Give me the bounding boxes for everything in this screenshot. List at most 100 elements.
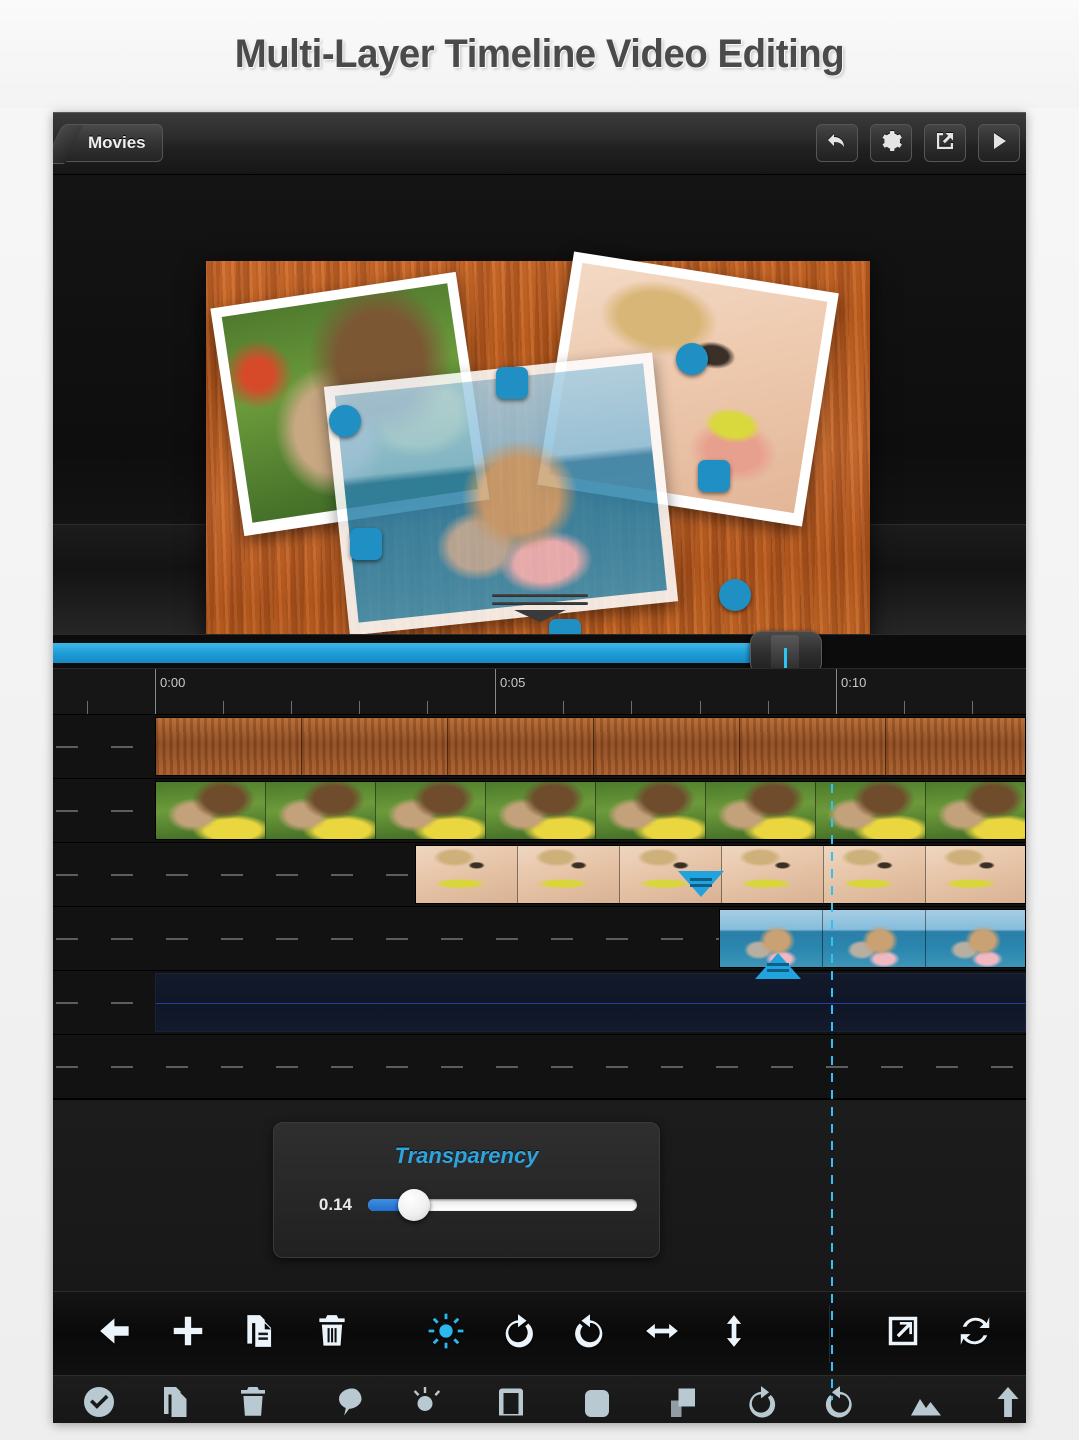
share-button[interactable]	[924, 124, 966, 162]
track-empty[interactable]	[53, 1035, 1026, 1099]
lasso-icon	[330, 1376, 366, 1423]
back-button[interactable]	[97, 1292, 135, 1376]
track-girl-beach[interactable]	[53, 907, 1026, 971]
ruler-tick-minor	[427, 701, 428, 714]
flip-vertical-button[interactable]	[715, 1292, 753, 1376]
check-circle-icon	[81, 1376, 117, 1423]
brightness-button[interactable]	[427, 1292, 465, 1376]
transparency-slider[interactable]	[368, 1199, 637, 1211]
layers-button[interactable]	[665, 1376, 701, 1423]
ruler-tick-minor	[904, 701, 905, 714]
playhead-line	[831, 784, 833, 1400]
track-background-wood[interactable]	[53, 715, 1026, 779]
ruler-tick-minor	[972, 701, 973, 714]
plus-icon	[169, 1312, 207, 1355]
back-to-movies-button[interactable]: Movies	[66, 124, 163, 162]
inspector-title: Transparency	[274, 1143, 659, 1169]
back-to-movies-label: Movies	[88, 133, 146, 153]
upload-button[interactable]	[990, 1376, 1026, 1423]
frame-button[interactable]	[493, 1376, 529, 1423]
sun-icon	[407, 1376, 443, 1423]
resize-handle-top-right[interactable]	[676, 343, 708, 375]
track-boy-video[interactable]	[53, 779, 1026, 843]
refresh-icon	[956, 1312, 994, 1355]
play-icon	[987, 129, 1011, 158]
ruler-label-0: 0:00	[155, 675, 185, 690]
mountains-button[interactable]	[908, 1376, 944, 1423]
filmstrip	[156, 782, 1025, 839]
track-girl-eating[interactable]	[53, 843, 1026, 907]
trash-icon	[313, 1312, 351, 1355]
stage-drag-handle[interactable]	[492, 594, 588, 624]
settings-button[interactable]	[870, 124, 912, 162]
ruler-tick-minor	[768, 701, 769, 714]
timeline-scrubber[interactable]	[53, 634, 1026, 668]
delete-button[interactable]	[313, 1292, 351, 1376]
mountains-icon	[908, 1376, 944, 1423]
share-export-icon	[933, 129, 957, 158]
gear-icon	[879, 129, 903, 158]
resize-handle-right[interactable]	[698, 460, 730, 492]
undo2-button[interactable]	[822, 1376, 858, 1423]
ruler-tick-minor	[223, 701, 224, 714]
page-title: Multi-Layer Timeline Video Editing	[235, 32, 845, 77]
inspector-panel[interactable]: Transparency 0.14	[273, 1122, 660, 1258]
preview-canvas[interactable]	[206, 261, 870, 634]
scrubber-progress	[53, 643, 780, 663]
reset-button[interactable]	[956, 1292, 994, 1376]
copy-icon	[241, 1312, 279, 1355]
rounded-button[interactable]	[579, 1376, 615, 1423]
marker-line	[767, 963, 789, 966]
transition-marker-up[interactable]	[755, 953, 801, 979]
layers-icon	[665, 1376, 701, 1423]
grip-line	[492, 594, 588, 597]
resize-handle-bottom-right[interactable]	[719, 579, 751, 611]
arrows-h-icon	[643, 1312, 681, 1355]
brightness2-button[interactable]	[407, 1376, 443, 1423]
rotate-ccw-button[interactable]	[571, 1292, 609, 1376]
ruler-label-2: 0:10	[836, 675, 866, 690]
transition-marker-down[interactable]	[678, 871, 724, 897]
arrow-left-icon	[97, 1312, 135, 1355]
crop-button[interactable]	[330, 1376, 366, 1423]
delete2-button[interactable]	[235, 1376, 271, 1423]
trash-icon	[235, 1376, 271, 1423]
track-audio[interactable]	[53, 971, 1026, 1035]
slider-row: 0.14	[274, 1195, 659, 1215]
duplicate2-button[interactable]	[158, 1376, 194, 1423]
add-button[interactable]	[169, 1292, 207, 1376]
clip-audio[interactable]	[155, 973, 1026, 1032]
rectangle-icon	[493, 1376, 529, 1423]
arrows-v-icon	[715, 1312, 753, 1355]
app-window: Movies	[53, 112, 1026, 1423]
resize-handle-bottom-left[interactable]	[350, 528, 382, 560]
flip-horizontal-button[interactable]	[643, 1292, 681, 1376]
filmstrip	[156, 718, 1025, 775]
undo-button[interactable]	[816, 124, 858, 162]
photo-girl-at-beach-image	[335, 363, 667, 622]
timeline[interactable]: 0:00 0:05 0:10	[53, 634, 1026, 1099]
clip-boy-video[interactable]	[155, 781, 1026, 840]
secondary-toolbar	[53, 1375, 1026, 1423]
check-circle-button[interactable]	[81, 1376, 117, 1423]
slider-knob[interactable]	[398, 1189, 430, 1221]
duplicate-button[interactable]	[241, 1292, 279, 1376]
arrow-up-icon	[990, 1376, 1026, 1423]
time-ruler[interactable]: 0:00 0:05 0:10	[53, 668, 1026, 715]
clip-background-wood[interactable]	[155, 717, 1026, 776]
toolbar-divider	[829, 1305, 830, 1363]
expand-box-icon	[884, 1312, 922, 1355]
ruler-label-1: 0:05	[495, 675, 525, 690]
ruler-tick-minor	[87, 701, 88, 714]
rotate-cw-button[interactable]	[499, 1292, 537, 1376]
rotate-cw-icon	[499, 1312, 537, 1355]
resize-handle-left[interactable]	[329, 405, 361, 437]
edit-toolbar	[53, 1291, 1026, 1375]
fit-to-screen-button[interactable]	[884, 1292, 922, 1376]
resize-handle-top[interactable]	[496, 367, 528, 399]
play-button[interactable]	[978, 124, 1020, 162]
preview-stage[interactable]	[53, 175, 1026, 634]
redo2-button[interactable]	[743, 1376, 779, 1423]
sun-icon	[427, 1312, 465, 1355]
ruler-tick-minor	[291, 701, 292, 714]
